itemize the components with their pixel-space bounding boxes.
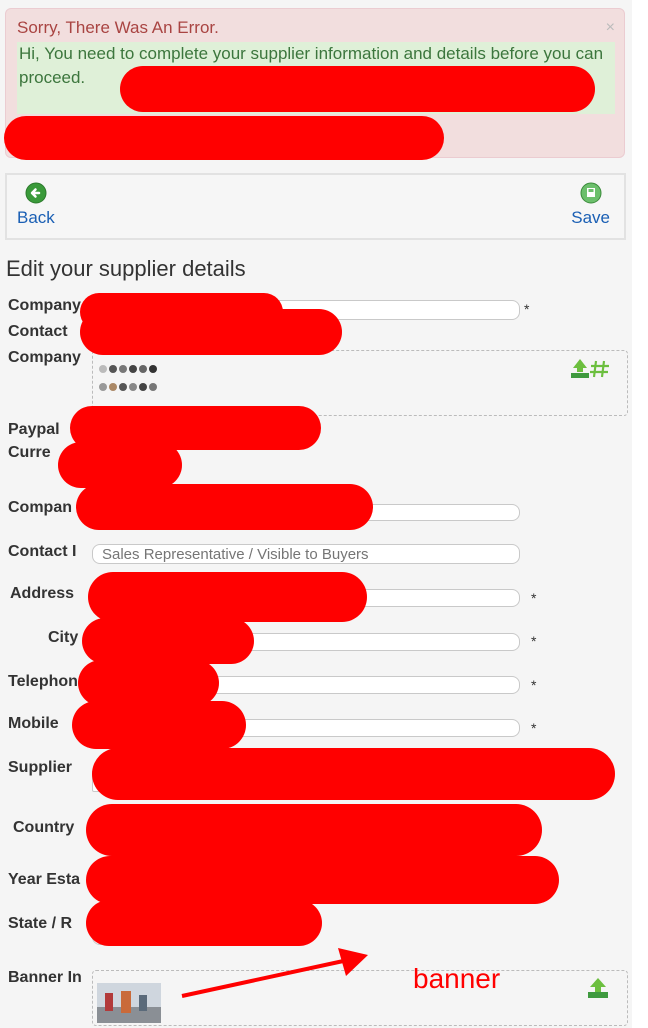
redaction-mark — [92, 748, 615, 800]
company-logo-label: Company — [8, 349, 81, 366]
mobile-label: Mobile — [8, 715, 59, 732]
redaction-mark — [86, 856, 559, 904]
currency-label: Curre — [8, 444, 51, 461]
year-established-label: Year Esta — [8, 871, 81, 888]
alert-close-button[interactable]: × — [606, 19, 615, 37]
redaction-mark — [58, 442, 182, 488]
city-label: City — [48, 629, 79, 646]
contact-label: Contact — [8, 323, 68, 340]
redaction-mark — [120, 66, 595, 112]
redaction-mark — [72, 701, 246, 749]
redaction-mark — [76, 484, 373, 530]
telephone-label: Telephon — [8, 673, 78, 690]
annotation-arrow-icon — [181, 948, 368, 998]
required-mark: * — [524, 301, 530, 317]
address-label: Address — [10, 585, 75, 602]
required-mark: * — [531, 677, 537, 693]
banner-image-label: Banner In — [8, 969, 82, 986]
redaction-mark — [4, 116, 444, 160]
back-arrow-icon — [25, 182, 47, 204]
redaction-mark — [78, 660, 219, 706]
required-mark: * — [531, 720, 537, 736]
save-icon — [580, 182, 602, 204]
contact-title-input[interactable] — [92, 544, 520, 564]
redaction-mark — [86, 804, 542, 856]
redaction-mark — [82, 618, 254, 664]
back-label: Back — [17, 208, 55, 227]
action-toolbar: Back Save — [5, 173, 626, 240]
company-name-label: Company — [8, 297, 81, 314]
country-label: Country — [13, 819, 75, 836]
page-title: Edit your supplier details — [6, 256, 246, 281]
contact-title-label: Contact I — [8, 543, 77, 560]
supplier-label: Supplier — [8, 759, 73, 776]
banner-annotation: banner — [413, 963, 501, 994]
back-button[interactable]: Back — [17, 181, 55, 228]
logo-thumbnails-image — [99, 365, 157, 391]
banner-thumbnail-image — [97, 983, 161, 1023]
company-field-label: Compan — [8, 499, 72, 516]
redaction-mark — [80, 309, 342, 355]
redaction-mark — [88, 572, 367, 622]
state-region-label: State / R — [8, 915, 73, 932]
upload-icon — [571, 359, 609, 378]
alert-title: Sorry, There Was An Error. — [17, 18, 219, 37]
save-button[interactable]: Save — [571, 181, 610, 228]
paypal-label: Paypal — [8, 421, 60, 438]
required-mark: * — [531, 633, 537, 649]
right-margin — [632, 0, 648, 1028]
required-mark: * — [531, 590, 537, 606]
upload-icon — [588, 978, 608, 998]
save-label: Save — [571, 208, 610, 227]
